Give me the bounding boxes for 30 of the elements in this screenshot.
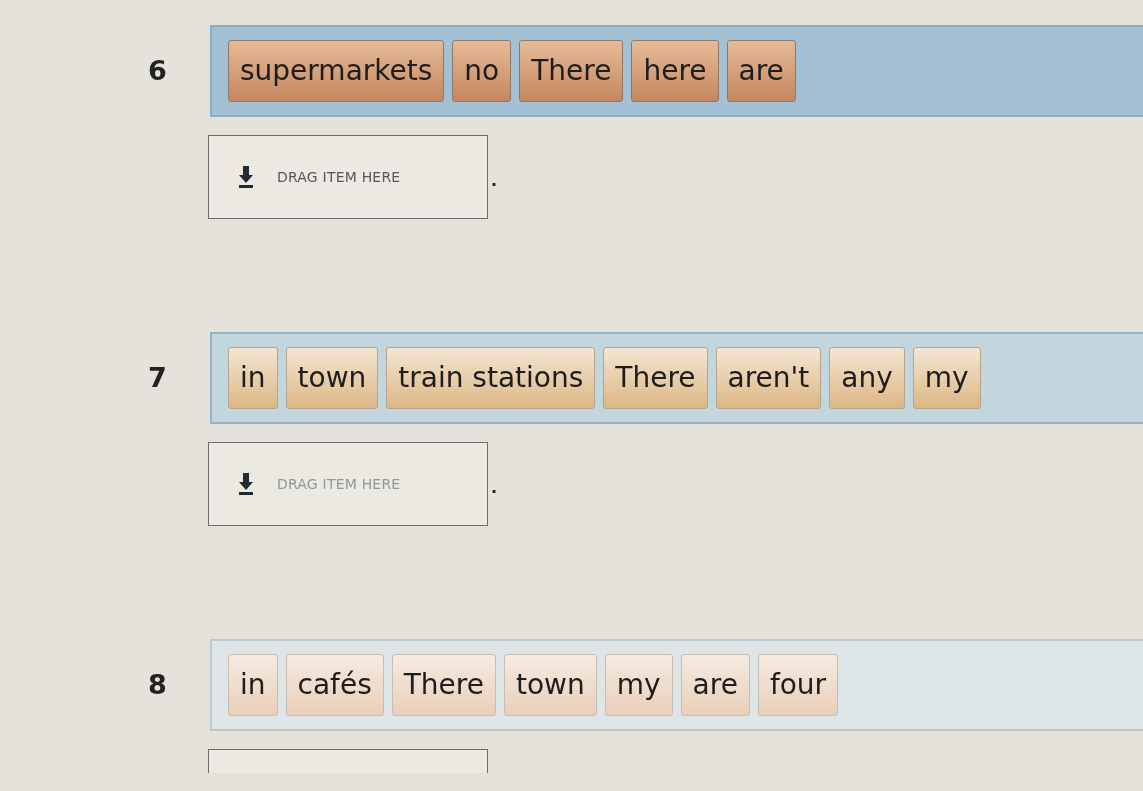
word-tile[interactable]: town	[503, 654, 597, 716]
word-tile[interactable]: in	[228, 347, 278, 409]
word-tile[interactable]: aren't	[715, 347, 822, 409]
word-tile[interactable]: four	[757, 654, 839, 716]
drop-zone-hint: DRAG ITEM HERE	[277, 167, 401, 187]
drop-zone-hint: DRAG ITEM HERE	[277, 474, 401, 494]
word-tile[interactable]: in	[228, 654, 278, 716]
word-tile[interactable]: There	[391, 654, 496, 716]
word-tile[interactable]: here	[631, 40, 719, 102]
sentence-end-mark: .	[490, 480, 498, 496]
question-number: 8	[148, 668, 167, 700]
word-tile[interactable]: no	[452, 40, 512, 102]
word-tile[interactable]: my	[604, 654, 673, 716]
word-tile[interactable]: train stations	[386, 347, 596, 409]
drop-zone[interactable]	[208, 749, 488, 773]
word-tile[interactable]: any	[829, 347, 905, 409]
word-tile[interactable]: my	[912, 347, 981, 409]
download-arrow-icon	[239, 473, 253, 495]
question-number: 7	[148, 361, 167, 393]
word-tile[interactable]: There	[603, 347, 708, 409]
word-tile[interactable]: town	[285, 347, 379, 409]
word-tile[interactable]: supermarkets	[228, 40, 445, 102]
sentence-end-mark: .	[490, 173, 498, 189]
download-arrow-icon	[239, 166, 253, 188]
word-tile[interactable]: cafés	[285, 654, 384, 716]
question-number: 6	[148, 54, 167, 86]
word-tile[interactable]: There	[519, 40, 624, 102]
word-tile[interactable]: are	[726, 40, 796, 102]
word-tile[interactable]: are	[680, 654, 750, 716]
drop-zone[interactable]: DRAG ITEM HERE	[208, 135, 488, 219]
